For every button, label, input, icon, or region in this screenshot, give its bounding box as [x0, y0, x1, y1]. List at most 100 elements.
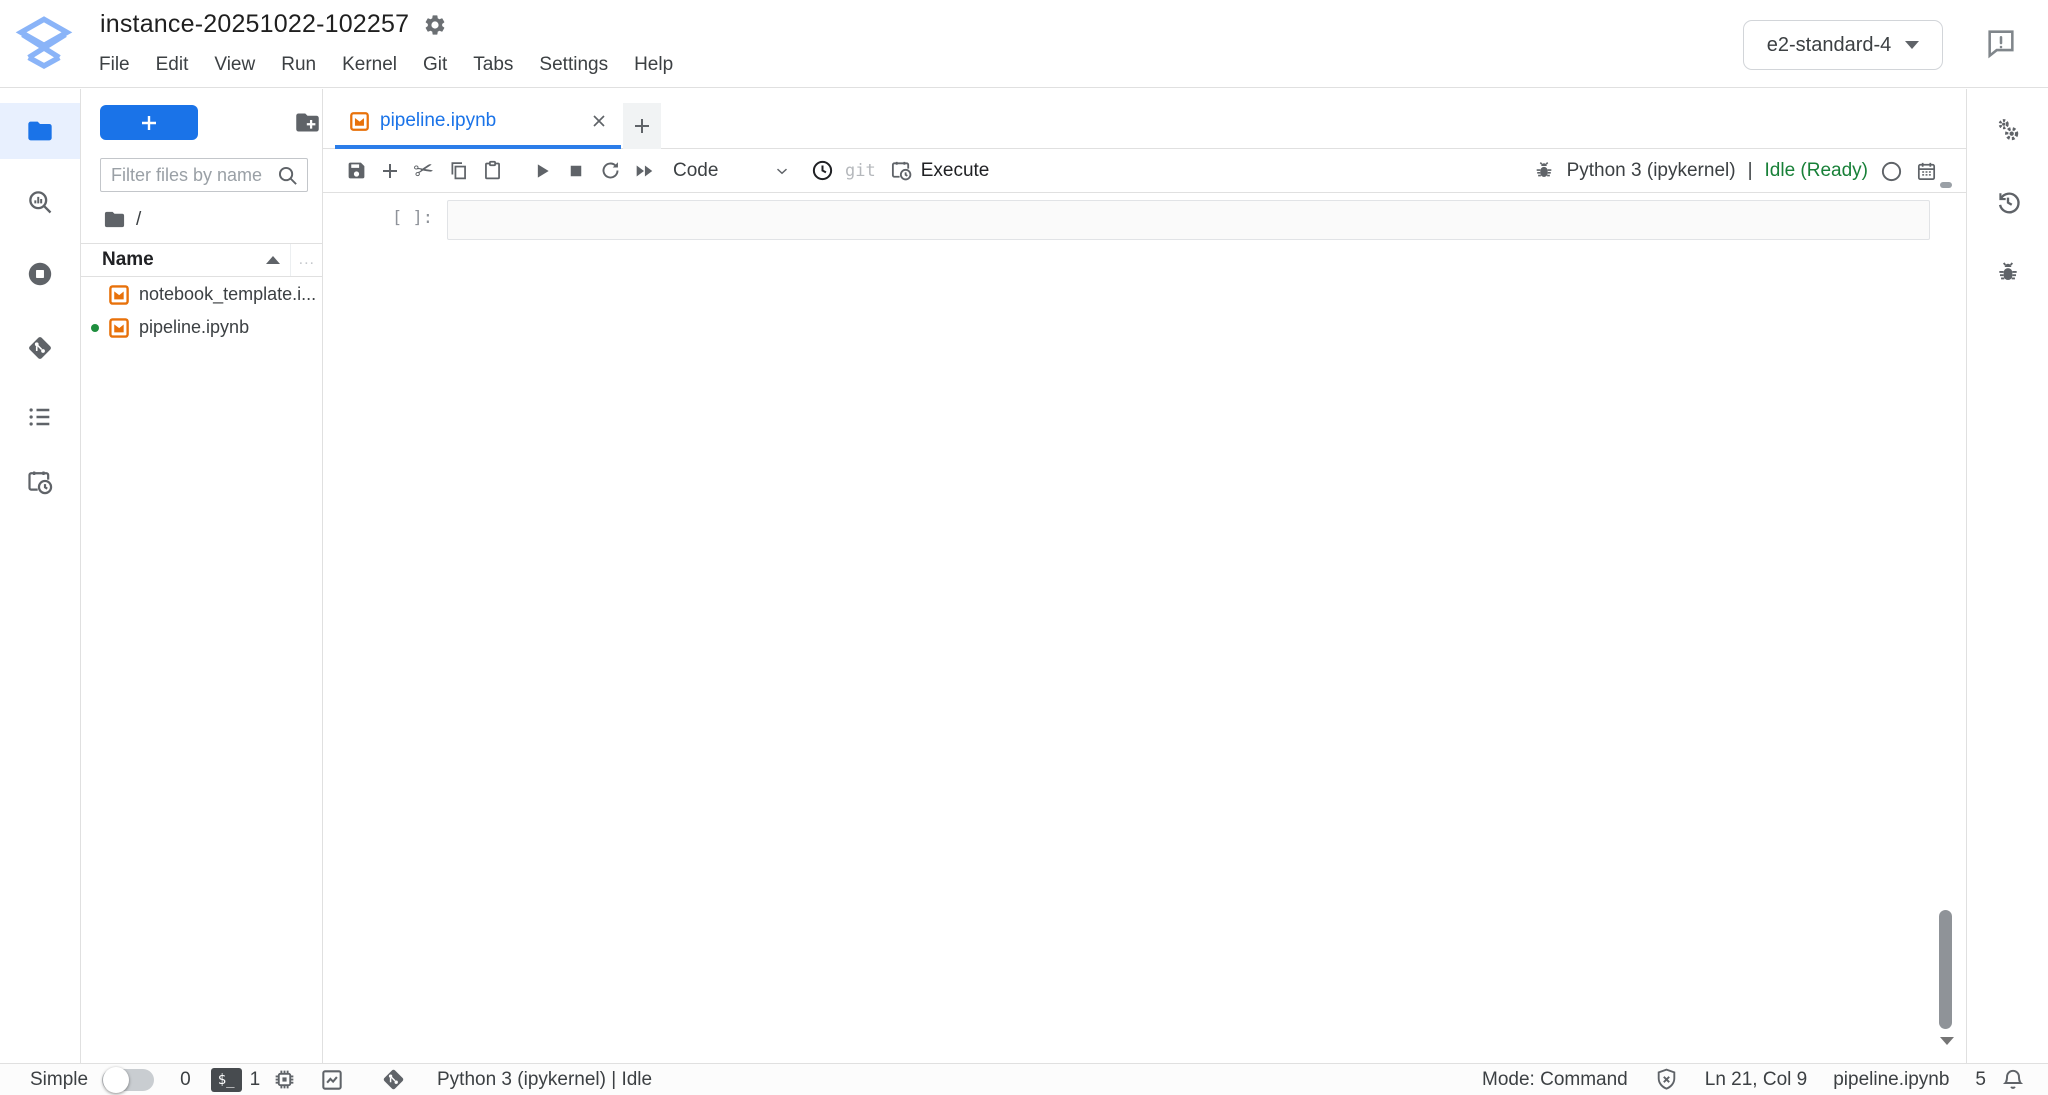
kernel-status-text: Python 3 (ipykernel) | Idle: [437, 1069, 652, 1091]
cell-editor-input[interactable]: [447, 200, 1930, 240]
scrollbar-down-arrow-icon[interactable]: [1940, 1037, 1954, 1045]
file-row[interactable]: notebook_template.i...: [81, 278, 323, 311]
paste-icon: [482, 160, 503, 181]
sidebar-item-history[interactable]: [1967, 176, 2048, 228]
folder-icon[interactable]: [103, 208, 126, 231]
simple-mode-toggle[interactable]: [102, 1069, 154, 1091]
filter-files-input[interactable]: [111, 165, 276, 186]
list-icon: [26, 403, 54, 431]
stop-circle-icon: [26, 260, 54, 288]
kernel-status-area: Python 3 (ipykernel) | Idle (Ready): [1533, 149, 1938, 193]
sidebar-item-table-of-contents[interactable]: [0, 389, 80, 445]
command-mode-indicator[interactable]: Mode: Command: [1482, 1069, 1628, 1091]
menu-view[interactable]: View: [201, 52, 268, 78]
resource-usage-chart-icon[interactable]: [319, 1067, 345, 1093]
menu-git[interactable]: Git: [410, 52, 460, 78]
sidebar-item-file-browser[interactable]: [0, 103, 80, 159]
chevron-down-icon: [1905, 41, 1919, 49]
column-header-name[interactable]: Name: [102, 249, 154, 271]
sidebar-item-git[interactable]: [0, 320, 80, 376]
notification-bell-icon[interactable]: [2000, 1067, 2026, 1093]
restart-run-all-button[interactable]: [627, 154, 661, 188]
cell-type-dropdown[interactable]: Code: [673, 160, 791, 182]
execution-time-button[interactable]: [805, 154, 839, 188]
notification-count[interactable]: 5: [1975, 1069, 1986, 1091]
menu-help[interactable]: Help: [621, 52, 686, 78]
breadcrumb-root[interactable]: /: [136, 209, 141, 231]
debugger-bug-icon[interactable]: [1533, 160, 1555, 182]
calendar-clock-icon: [890, 159, 913, 182]
trust-shield-icon[interactable]: [1654, 1067, 1679, 1092]
new-folder-button[interactable]: [294, 109, 322, 137]
new-tab-button[interactable]: [623, 103, 661, 149]
breadcrumb: /: [103, 208, 141, 231]
search-metrics-icon: [26, 188, 54, 216]
file-name: notebook_template.i...: [139, 284, 316, 305]
cursor-position[interactable]: Ln 21, Col 9: [1705, 1069, 1807, 1091]
copy-cells-button[interactable]: [441, 154, 475, 188]
menu-file[interactable]: File: [86, 52, 143, 78]
execute-button[interactable]: Execute: [890, 159, 990, 182]
separator: |: [1748, 160, 1753, 182]
sidebar-item-running-kernels[interactable]: [0, 246, 80, 302]
top-header: instance-20251022-102257 File Edit View …: [0, 0, 2048, 88]
tab-label: pipeline.ipynb: [380, 110, 589, 132]
toggle-knob: [103, 1067, 129, 1093]
git-icon: [26, 334, 54, 362]
left-activity-bar: [0, 89, 81, 1063]
menu-run[interactable]: Run: [268, 52, 329, 78]
interrupt-kernel-button[interactable]: [559, 154, 593, 188]
scissors-icon: ✂: [412, 157, 437, 185]
sidebar-item-property-inspector[interactable]: [1967, 104, 2048, 156]
kernel-count[interactable]: 1: [250, 1069, 261, 1091]
new-launcher-button[interactable]: [100, 105, 198, 140]
close-icon[interactable]: [589, 111, 609, 131]
calendar-clock-icon: [26, 468, 54, 496]
workbench-logo-icon: [12, 10, 76, 76]
add-cell-button[interactable]: [373, 154, 407, 188]
status-bar: Simple 0 $_ 1 Python 3 (ipykernel) | Id: [0, 1063, 2048, 1095]
new-folder-icon: [294, 109, 321, 136]
feedback-icon[interactable]: [1984, 26, 2018, 60]
copy-icon: [448, 160, 469, 181]
kernel-chip-icon[interactable]: [272, 1067, 297, 1092]
tab-pipeline-notebook[interactable]: pipeline.ipynb: [335, 97, 621, 149]
page-title: instance-20251022-102257: [100, 10, 409, 39]
notebook-content: [ ]:: [323, 193, 1966, 1063]
menu-edit[interactable]: Edit: [143, 52, 202, 78]
git-status-icon[interactable]: [381, 1067, 406, 1092]
filter-files-box: [100, 158, 308, 192]
terminal-icon[interactable]: $_: [211, 1068, 242, 1092]
menu-settings[interactable]: Settings: [526, 52, 621, 78]
sort-ascending-icon: [266, 256, 280, 264]
sidebar-item-debugger[interactable]: [1967, 247, 2048, 299]
kernel-status-circle-icon[interactable]: [1880, 160, 1903, 183]
active-filename: pipeline.ipynb: [1833, 1069, 1949, 1091]
folder-icon: [26, 117, 54, 145]
scrollbar-thumb[interactable]: [1939, 910, 1952, 1029]
instance-settings-gear-icon[interactable]: [423, 13, 447, 37]
paste-cells-button[interactable]: [475, 154, 509, 188]
terminal-count[interactable]: 0: [180, 1069, 191, 1091]
clock-icon: [811, 159, 834, 182]
column-header-more[interactable]: ...: [290, 244, 315, 276]
jupyterlab-app: instance-20251022-102257 File Edit View …: [0, 0, 2048, 1095]
right-activity-bar: [1966, 89, 2048, 1063]
kernel-status-indicator[interactable]: Python 3 (ipykernel) | Idle: [437, 1064, 652, 1095]
kernel-name[interactable]: Python 3 (ipykernel): [1567, 160, 1736, 182]
menu-kernel[interactable]: Kernel: [329, 52, 410, 78]
sidebar-item-scheduled-jobs[interactable]: [0, 454, 80, 510]
run-cell-button[interactable]: [525, 154, 559, 188]
machine-type-dropdown[interactable]: e2-standard-4: [1743, 20, 1943, 70]
cut-cells-button[interactable]: ✂: [407, 154, 441, 188]
file-row[interactable]: pipeline.ipynb: [81, 311, 323, 344]
git-toolbar-button[interactable]: git: [845, 161, 876, 181]
calendar-icon[interactable]: [1915, 160, 1938, 183]
sidebar-item-usage-search[interactable]: [0, 174, 80, 230]
file-name: pipeline.ipynb: [139, 317, 249, 338]
save-button[interactable]: [339, 154, 373, 188]
restart-kernel-button[interactable]: [593, 154, 627, 188]
simple-mode-label: Simple: [30, 1069, 88, 1091]
menu-tabs[interactable]: Tabs: [460, 52, 526, 78]
file-list-header[interactable]: Name ...: [81, 243, 323, 277]
